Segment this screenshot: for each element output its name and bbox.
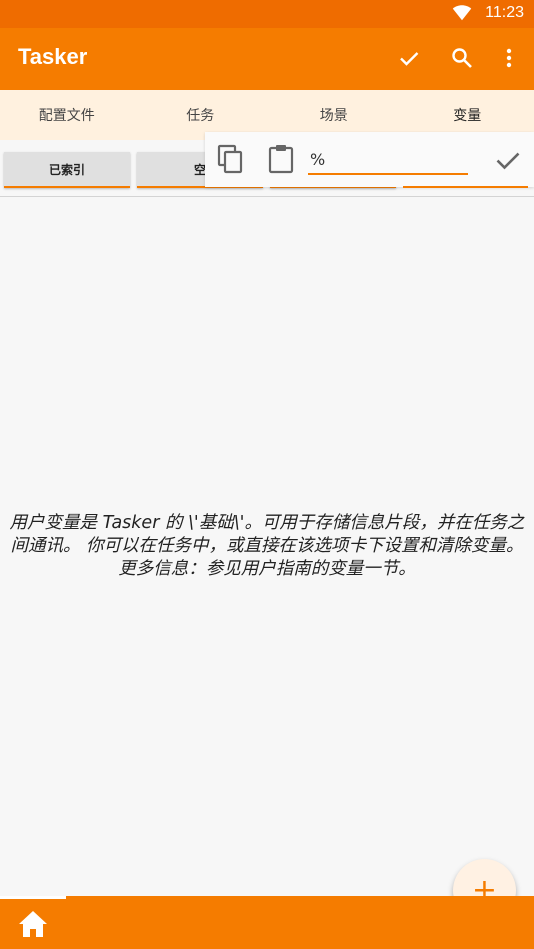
search-icon[interactable] bbox=[446, 42, 478, 74]
copy-icon[interactable] bbox=[217, 144, 245, 174]
app-bar: Tasker bbox=[0, 28, 534, 90]
home-icon[interactable] bbox=[18, 910, 48, 938]
bottom-bar bbox=[0, 896, 534, 949]
variable-filter-input[interactable] bbox=[308, 145, 468, 175]
more-vert-icon[interactable] bbox=[493, 42, 525, 74]
confirm-check-icon[interactable] bbox=[494, 146, 522, 174]
divider bbox=[0, 196, 534, 197]
wifi-icon bbox=[452, 5, 472, 21]
app-title: Tasker bbox=[18, 44, 88, 69]
check-icon[interactable] bbox=[393, 42, 425, 74]
status-bar: 11:23 bbox=[0, 0, 534, 28]
indexed-filter-button[interactable]: 已索引 bbox=[4, 152, 130, 188]
input-underline bbox=[403, 186, 528, 188]
variables-help-text: 用户变量是 Tasker 的 \'基础\'。可用于存储信息片段，并在任务之间通讯… bbox=[9, 513, 525, 579]
tab-profiles[interactable]: 配置文件 bbox=[0, 90, 134, 140]
variable-filter-popup bbox=[205, 132, 534, 188]
status-time: 11:23 bbox=[485, 4, 524, 21]
bottom-tab-indicator bbox=[0, 896, 66, 899]
clipboard-icon[interactable] bbox=[267, 144, 295, 174]
